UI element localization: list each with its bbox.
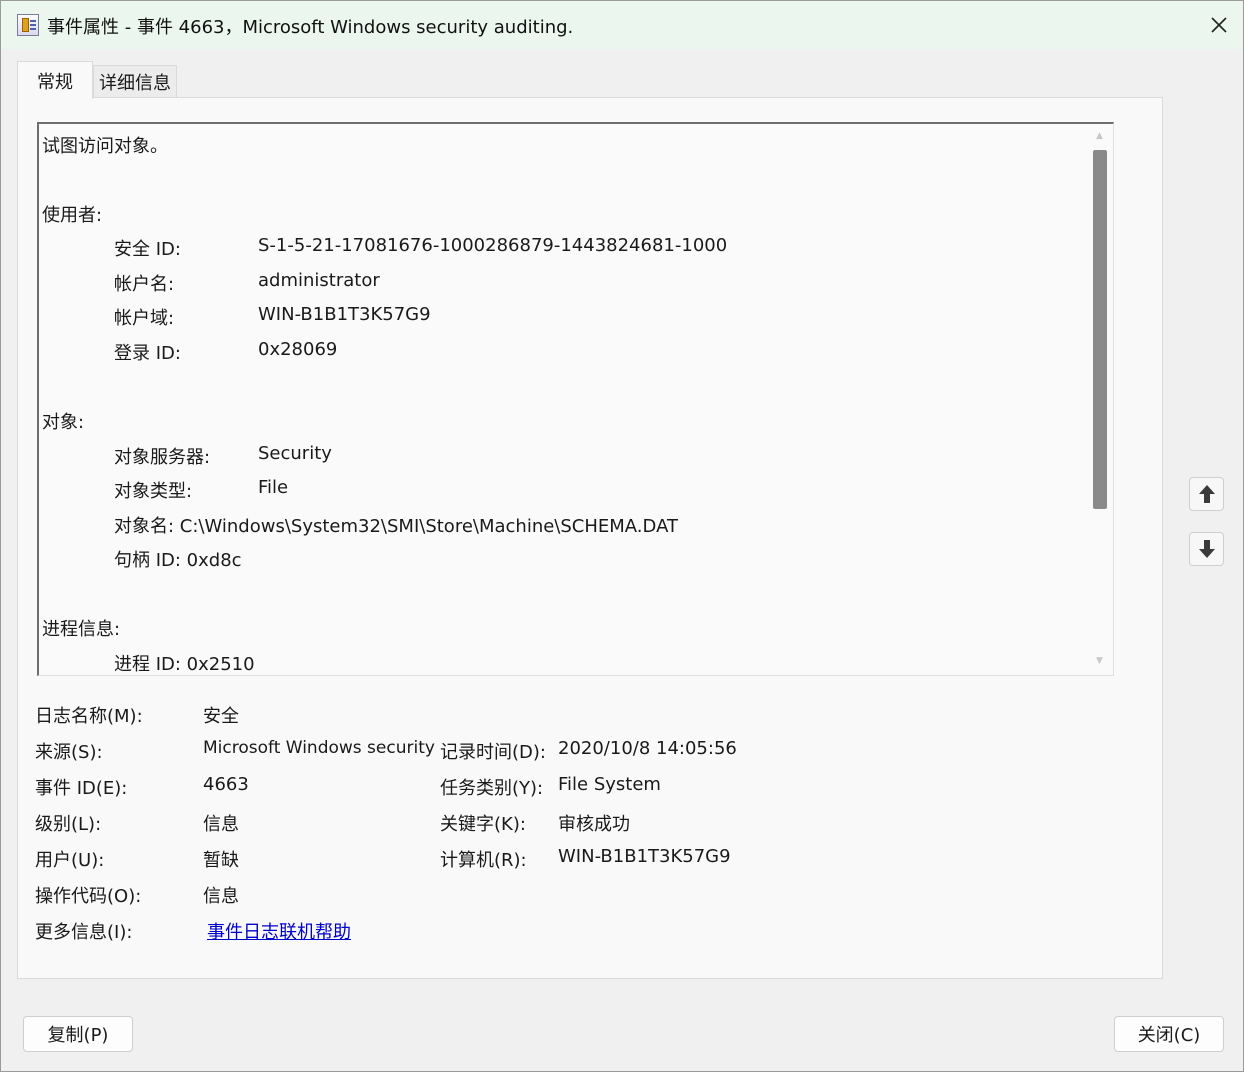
logon-id-label: 登录 ID: <box>114 343 181 364</box>
subject-heading: 使用者: <box>42 205 103 226</box>
source-label: 来源(S): <box>35 742 103 763</box>
tab-general[interactable]: 常规 <box>17 61 93 99</box>
object-type-label: 对象类型: <box>114 481 193 502</box>
event-description-box[interactable]: 试图访问对象。 使用者: 安全 ID: S-1-5-21-17081676-10… <box>37 122 1114 676</box>
tab-details[interactable]: 详细信息 <box>93 65 177 97</box>
event-properties-window: 事件属性 - 事件 4663，Microsoft Windows securit… <box>0 0 1244 1072</box>
keywords-label: 关键字(K): <box>440 814 526 835</box>
logon-id-value: 0x28069 <box>258 339 338 360</box>
log-name-label: 日志名称(M): <box>35 706 143 727</box>
scroll-down-arrow-icon[interactable]: ▼ <box>1096 656 1103 666</box>
account-name-value: administrator <box>258 270 380 291</box>
event-id-value: 4663 <box>203 774 249 795</box>
keywords-value: 审核成功 <box>558 814 630 835</box>
more-info-label: 更多信息(I): <box>35 922 133 943</box>
computer-label: 计算机(R): <box>440 850 527 871</box>
close-window-button[interactable] <box>1197 7 1241 43</box>
account-domain-label: 帐户域: <box>114 308 175 329</box>
user-label: 用户(U): <box>35 850 105 871</box>
security-id-label: 安全 ID: <box>114 239 181 260</box>
close-icon <box>1211 17 1227 33</box>
source-value: Microsoft Windows security <box>203 738 435 758</box>
opcode-value: 信息 <box>203 886 239 907</box>
handle-id-line: 句柄 ID: 0xd8c <box>114 550 242 571</box>
event-properties-icon <box>17 14 39 36</box>
object-type-value: File <box>258 477 289 498</box>
next-event-button[interactable] <box>1189 532 1224 566</box>
online-help-link[interactable]: 事件日志联机帮助 <box>207 918 351 944</box>
scroll-up-arrow-icon[interactable]: ▲ <box>1096 131 1103 141</box>
previous-event-button[interactable] <box>1189 477 1224 511</box>
level-label: 级别(L): <box>35 814 102 835</box>
task-category-label: 任务类别(Y): <box>440 778 544 799</box>
logged-value: 2020/10/8 14:05:56 <box>558 738 737 759</box>
account-domain-value: WIN-B1B1T3K57G9 <box>258 304 431 325</box>
task-category-value: File System <box>558 774 661 795</box>
event-id-label: 事件 ID(E): <box>35 778 128 799</box>
log-name-value: 安全 <box>203 706 239 727</box>
level-value: 信息 <box>203 814 239 835</box>
arrow-up-icon <box>1198 485 1215 503</box>
opcode-label: 操作代码(O): <box>35 886 142 907</box>
process-id-line: 进程 ID: 0x2510 <box>114 654 255 675</box>
scrollbar-thumb[interactable] <box>1093 150 1107 509</box>
account-name-label: 帐户名: <box>114 274 175 295</box>
object-server-value: Security <box>258 443 332 464</box>
security-id-value: S-1-5-21-17081676-1000286879-1443824681-… <box>258 235 728 256</box>
title-bar: 事件属性 - 事件 4663，Microsoft Windows securit… <box>1 1 1243 49</box>
process-info-heading: 进程信息: <box>42 619 121 640</box>
object-name-line: 对象名: C:\Windows\System32\SMI\Store\Machi… <box>114 516 678 537</box>
copy-button[interactable]: 复制(P) <box>23 1016 133 1052</box>
logged-label: 记录时间(D): <box>440 742 546 763</box>
close-button[interactable]: 关闭(C) <box>1114 1016 1224 1052</box>
arrow-down-icon <box>1198 540 1215 558</box>
computer-value: WIN-B1B1T3K57G9 <box>558 846 731 867</box>
window-title: 事件属性 - 事件 4663，Microsoft Windows securit… <box>47 17 574 38</box>
object-heading: 对象: <box>42 412 85 433</box>
object-server-label: 对象服务器: <box>114 447 211 468</box>
user-value: 暂缺 <box>203 850 239 871</box>
description-summary: 试图访问对象。 <box>42 136 168 157</box>
